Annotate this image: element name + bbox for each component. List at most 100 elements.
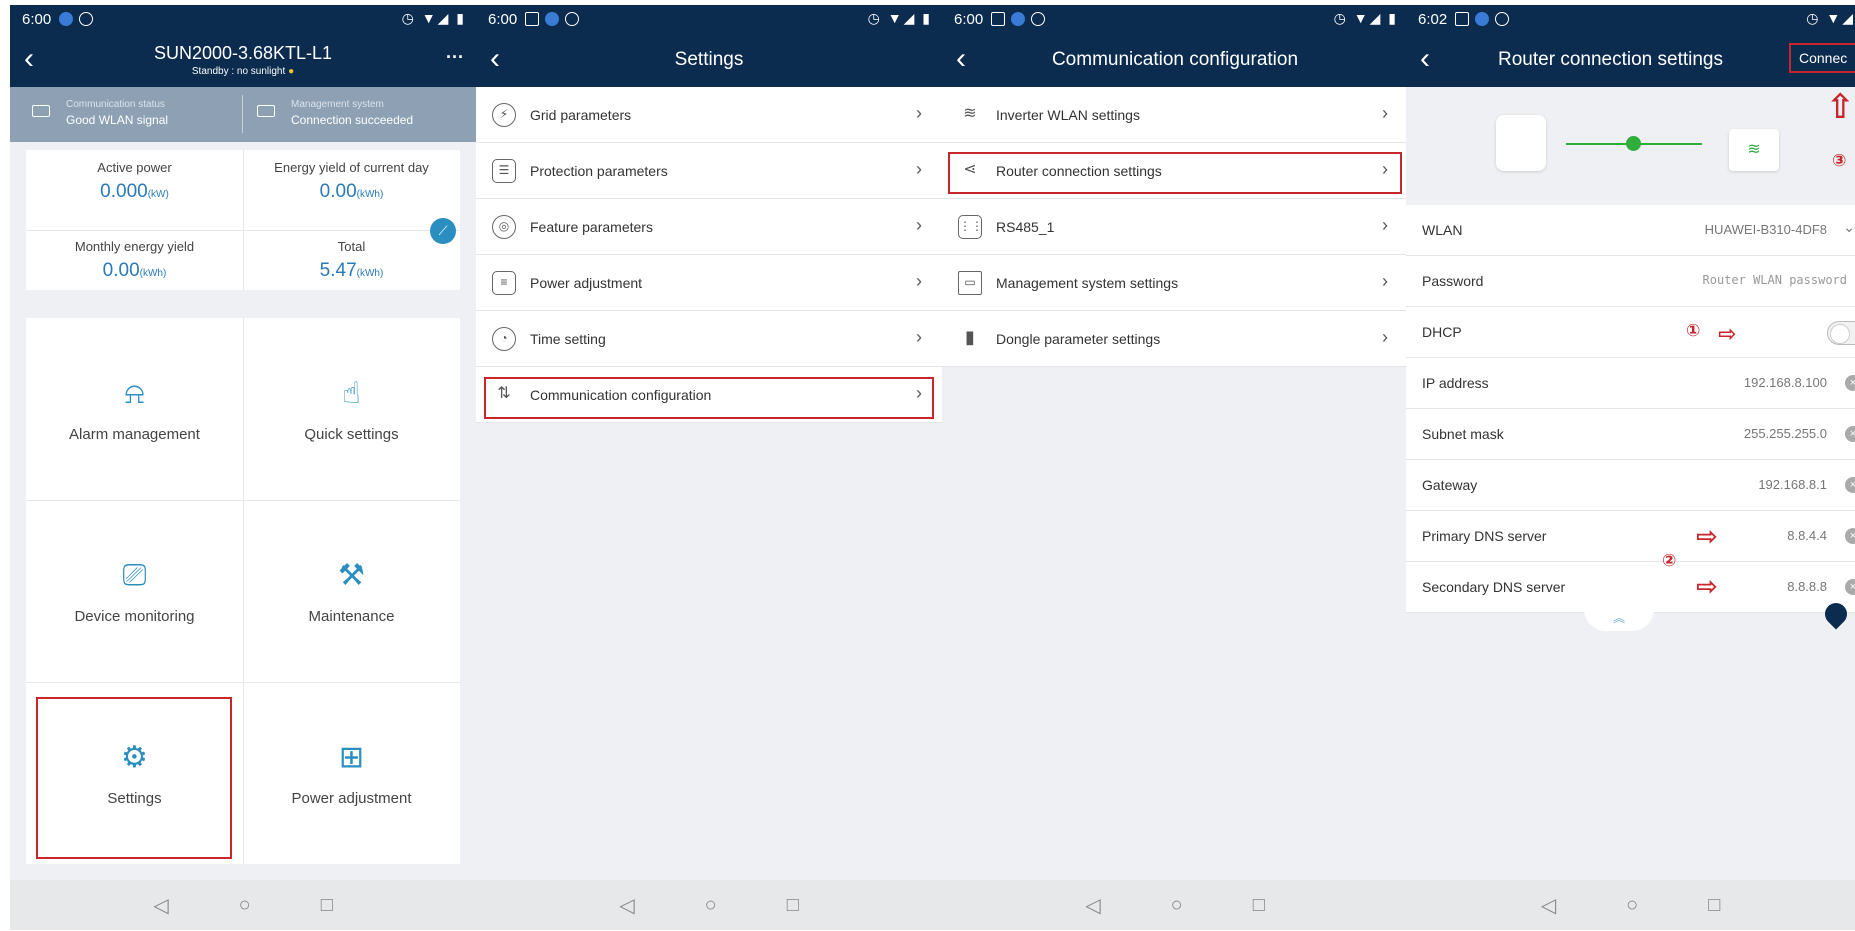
back-icon[interactable]: ‹: [24, 44, 50, 75]
clock: 6:00: [488, 10, 518, 28]
system-icons: ◷ ▼◢: [1806, 10, 1855, 26]
field-secondary-dns[interactable]: Secondary DNS server 8.8.8.8 ×: [1406, 562, 1855, 613]
nav-recents-icon[interactable]: □: [321, 894, 333, 917]
whatsapp-icon: [79, 12, 94, 26]
list-item-management-system[interactable]: ▭ Management system settings ›: [942, 255, 1408, 311]
chart-icon[interactable]: ⟋: [430, 218, 456, 244]
mgmt-label: Management system: [291, 99, 384, 110]
annotation-1: ①: [1686, 321, 1701, 340]
clear-icon[interactable]: ×: [1845, 477, 1855, 493]
clear-icon[interactable]: ×: [1845, 375, 1855, 391]
secondary-dns-input[interactable]: 8.8.8.8: [1787, 579, 1827, 594]
list-item-grid-parameters[interactable]: ⚡ Grid parameters ›: [476, 87, 942, 143]
stat-value: 0.00: [319, 181, 357, 202]
list-item-rs485[interactable]: ⋮⋮ RS485_1 ›: [942, 199, 1408, 255]
ip-input[interactable]: 192.168.8.100: [1744, 375, 1827, 390]
android-nav-bar: ◁ ○ □: [10, 880, 476, 930]
communication-configuration-screen: 6:00 ◷ ▼◢ ▮ ‹ Communication configuratio…: [942, 5, 1408, 930]
list-item-inverter-wlan[interactable]: ≋ Inverter WLAN settings ›: [942, 87, 1408, 143]
menu-alarm-management[interactable]: ⍾ Alarm management: [26, 318, 243, 500]
list-item-protection-parameters[interactable]: ☰ Protection parameters ›: [476, 143, 942, 199]
inverter-icon: [1496, 115, 1546, 171]
app-icon: [545, 12, 560, 26]
nav-back-icon[interactable]: ◁: [1085, 893, 1100, 918]
wlan-select[interactable]: HUAWEI-B310-4DF8: [1705, 222, 1827, 237]
nav-home-icon[interactable]: ○: [1171, 894, 1183, 917]
clock-gear-icon: ◔: [492, 327, 516, 351]
more-icon[interactable]: ···: [446, 47, 464, 68]
collapse-chevron-icon[interactable]: ︽: [1584, 609, 1654, 631]
clear-icon[interactable]: ×: [1845, 579, 1855, 595]
subnet-input[interactable]: 255.255.255.0: [1744, 426, 1827, 441]
primary-dns-input[interactable]: 8.8.4.4: [1787, 528, 1827, 543]
connect-button[interactable]: Connec: [1789, 43, 1855, 73]
field-wlan[interactable]: WLAN HUAWEI-B310-4DF8 ⌄: [1406, 205, 1855, 256]
app-icon: [1011, 12, 1026, 26]
back-icon[interactable]: ‹: [490, 44, 516, 75]
clear-icon[interactable]: ×: [1845, 528, 1855, 544]
field-dhcp[interactable]: DHCP: [1406, 307, 1855, 358]
list-item-feature-parameters[interactable]: ◎ Feature parameters ›: [476, 199, 942, 255]
nav-home-icon[interactable]: ○: [705, 894, 717, 917]
highlight-box-router: [948, 152, 1402, 194]
port-icon: ⋮⋮: [958, 215, 983, 239]
menu-maintenance[interactable]: ⚒ Maintenance: [243, 500, 460, 682]
field-gateway[interactable]: Gateway 192.168.8.1 ×: [1406, 460, 1855, 511]
clear-icon[interactable]: ×: [1845, 426, 1855, 442]
nav-back-icon[interactable]: ◁: [1541, 893, 1556, 918]
comm-value: Good WLAN signal: [66, 113, 169, 127]
header: ‹ Settings: [476, 33, 942, 87]
gateway-input[interactable]: 192.168.8.1: [1758, 477, 1827, 492]
screenshot-strip: 6:00 ◷ ▼◢ ▮ ‹ SUN2000-3.68KTL-L1 Standby…: [0, 0, 1855, 931]
device-subtitle: Standby : no sunlight ●: [191, 66, 295, 77]
management-status: Management system Connection succeeded: [245, 99, 413, 127]
app-icon: [59, 12, 74, 26]
field-primary-dns[interactable]: Primary DNS server 8.8.4.4 ×: [1406, 511, 1855, 562]
system-icons: ◷ ▼◢ ▮: [401, 10, 466, 26]
field-ip-address[interactable]: IP address 192.168.8.100 ×: [1406, 358, 1855, 409]
menu-quick-settings[interactable]: ☝ Quick settings: [243, 318, 460, 500]
field-label: Gateway: [1422, 477, 1478, 493]
back-icon[interactable]: ‹: [956, 44, 982, 75]
field-password[interactable]: Password Router WLAN password: [1406, 256, 1855, 307]
divider: [243, 318, 244, 864]
nav-back-icon[interactable]: ◁: [153, 893, 168, 918]
router-settings-form: WLAN HUAWEI-B310-4DF8 ⌄ Password Router WLA…: [1406, 205, 1855, 613]
header: ‹ Communication configuration: [942, 33, 1408, 87]
field-subnet-mask[interactable]: Subnet mask 255.255.255.0 ×: [1406, 409, 1855, 460]
nav-back-icon[interactable]: ◁: [619, 893, 634, 918]
chevron-right-icon: ›: [916, 271, 922, 291]
nav-recents-icon[interactable]: □: [1708, 894, 1720, 917]
dhcp-toggle[interactable]: [1827, 321, 1855, 345]
chevron-right-icon: ›: [1382, 215, 1388, 235]
clock: 6:00: [22, 10, 52, 28]
stat-label: Monthly energy yield: [74, 239, 195, 254]
chevron-right-icon: ›: [1382, 103, 1388, 123]
list-item-time-setting[interactable]: ◔ Time setting ›: [476, 311, 942, 367]
header: ‹ Router connection settings Connec: [1406, 33, 1855, 87]
divider: [26, 500, 460, 501]
check-icon: [1626, 136, 1641, 151]
tower-icon: ⚡: [492, 103, 516, 127]
dongle-icon: ▮: [965, 327, 975, 347]
target-icon: ◎: [492, 215, 516, 239]
status-bar: 6:02 ◷ ▼◢: [1406, 5, 1855, 33]
nav-recents-icon[interactable]: □: [787, 894, 799, 917]
wrench-icon: ⚒: [338, 558, 365, 592]
list-item-power-adjustment[interactable]: ≡ Power adjustment ›: [476, 255, 942, 311]
stat-value: 0.00: [102, 260, 140, 281]
arrow-right-icon: ⇨: [1696, 571, 1718, 601]
nav-home-icon[interactable]: ○: [239, 894, 251, 917]
menu-device-monitoring[interactable]: ⎚ Device monitoring: [26, 500, 243, 682]
divider: [242, 95, 243, 133]
item-label: Feature parameters: [530, 218, 653, 235]
menu-power-adjustment[interactable]: ⊞ Power adjustment: [243, 682, 460, 864]
document-icon: ≡: [492, 271, 516, 295]
password-input[interactable]: Router WLAN password: [1703, 273, 1848, 287]
divider: [243, 150, 244, 290]
annotation-3: ③: [1832, 151, 1847, 170]
back-icon[interactable]: ‹: [1420, 44, 1446, 75]
nav-home-icon[interactable]: ○: [1626, 894, 1638, 917]
nav-recents-icon[interactable]: □: [1253, 894, 1265, 917]
list-item-dongle-parameters[interactable]: ▮ Dongle parameter settings ›: [942, 311, 1408, 367]
